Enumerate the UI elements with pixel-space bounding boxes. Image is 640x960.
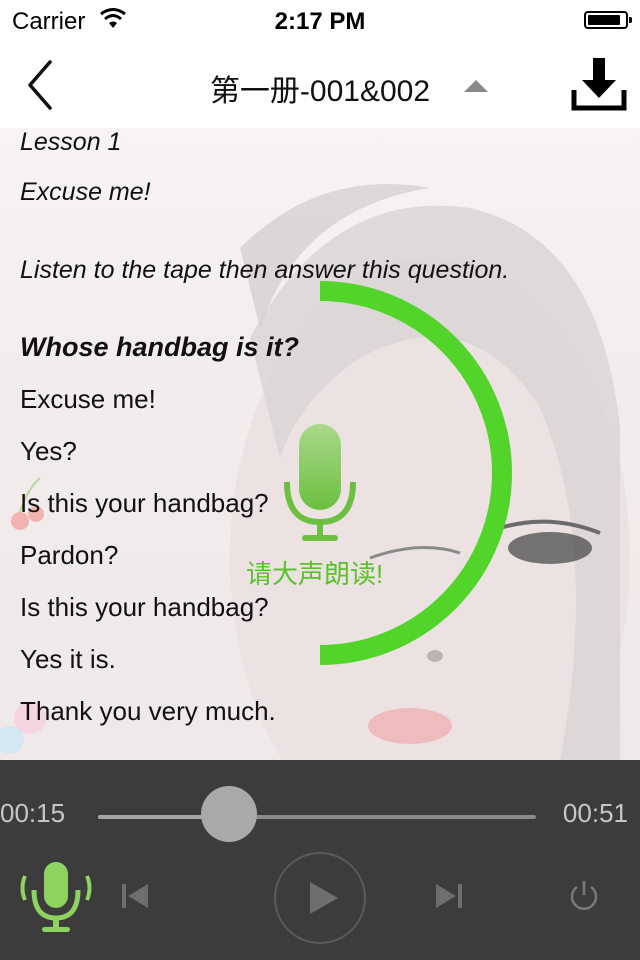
page-title[interactable]: 第一册-001&002 (0, 66, 640, 110)
progress-slider[interactable] (98, 815, 536, 819)
play-button[interactable] (274, 852, 366, 944)
read-aloud-prompt: 请大声朗读! (246, 559, 384, 589)
skip-previous-icon[interactable] (118, 878, 154, 914)
total-time: 00:51 (562, 798, 628, 828)
battery-icon (584, 11, 632, 29)
clock: 2:17 PM (274, 8, 366, 35)
audio-player: 00:15 00:51 (0, 760, 640, 960)
microphone-icon[interactable] (282, 422, 358, 546)
navigation-bar: 第一册-001&002 (0, 40, 640, 128)
record-microphone-icon[interactable] (20, 860, 92, 936)
caret-up-icon[interactable] (464, 80, 488, 92)
download-icon[interactable] (570, 56, 628, 112)
elapsed-time: 00:15 (0, 798, 66, 828)
power-icon[interactable] (566, 878, 602, 914)
play-icon (310, 882, 338, 914)
skip-next-icon[interactable] (430, 878, 466, 914)
status-bar: Carrier 2:17 PM (0, 0, 640, 40)
progress-thumb[interactable] (201, 786, 258, 842)
